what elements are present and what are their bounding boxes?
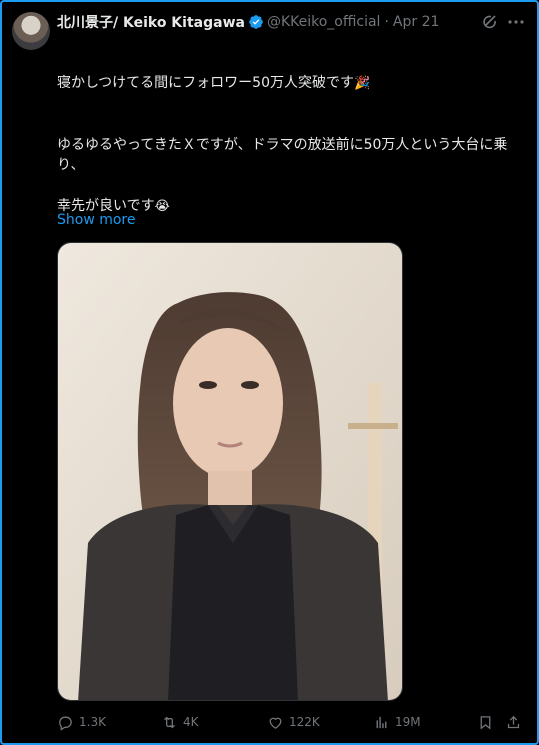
display-name[interactable]: 北川景子/ Keiko Kitagawa: [57, 12, 245, 32]
tweet-line-1: 寝かしつけてる間にフォロワー50万人突破です🎉: [57, 75, 371, 91]
tweet-photo[interactable]: [57, 242, 403, 701]
tweet-line-2: ゆるゆるやってきたＸですが、ドラマの放送前に50万人という大台に乗り、: [57, 136, 508, 174]
party-popper-emoji: 🎉: [353, 76, 371, 91]
like-count: 122K: [289, 715, 320, 729]
share-button[interactable]: [505, 712, 522, 732]
action-bar: 1.3K 4K 122K 19M: [57, 712, 527, 732]
retweet-icon: [164, 716, 175, 728]
verified-badge-icon: [248, 14, 264, 30]
like-button[interactable]: 122K: [267, 712, 320, 732]
more-icon[interactable]: [506, 12, 526, 32]
views-icon: [376, 716, 387, 728]
like-icon: [269, 717, 282, 729]
bookmark-button[interactable]: [477, 712, 494, 732]
views-count: 19M: [395, 715, 421, 729]
reply-button[interactable]: 1.3K: [57, 712, 106, 732]
reply-count: 1.3K: [79, 715, 106, 729]
handle[interactable]: @KKeiko_official: [267, 14, 381, 30]
grok-icon[interactable]: [480, 12, 500, 32]
share-icon: [507, 715, 520, 728]
separator-dot: ·: [384, 14, 389, 30]
tweet-date[interactable]: Apr 21: [393, 14, 439, 30]
retweet-count: 4K: [183, 715, 199, 729]
crying-face-emoji: 😭: [154, 199, 170, 214]
tweet-header: 北川景子/ Keiko Kitagawa @KKeiko_official · …: [57, 12, 479, 32]
reply-icon: [59, 716, 72, 731]
views-button[interactable]: 19M: [373, 712, 421, 732]
retweet-button[interactable]: 4K: [161, 712, 199, 732]
show-more-link[interactable]: Show more: [57, 212, 136, 228]
bookmark-icon: [480, 715, 491, 729]
avatar[interactable]: [12, 12, 50, 50]
